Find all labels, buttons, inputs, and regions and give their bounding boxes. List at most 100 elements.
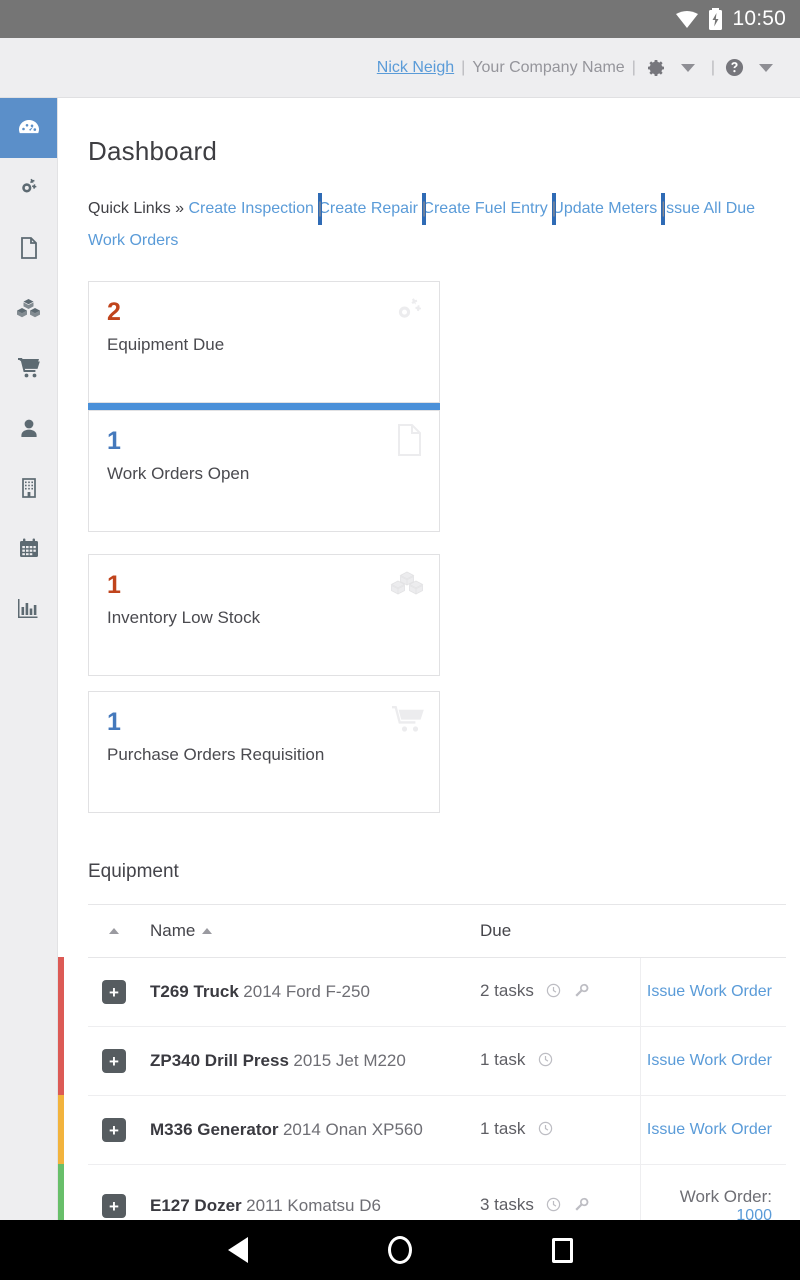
- quick-link-create-inspection[interactable]: Create Inspection: [189, 200, 314, 217]
- row-status-stripe: [58, 1164, 64, 1220]
- stat-label: Purchase Orders Requisition: [107, 745, 421, 765]
- column-header-due[interactable]: Due: [480, 905, 640, 958]
- recents-square-icon[interactable]: [552, 1238, 573, 1263]
- clock-icon: [546, 1199, 565, 1216]
- plus-square-icon[interactable]: +: [102, 1118, 126, 1142]
- stat-label: Work Orders Open: [107, 464, 421, 484]
- stat-card-work-orders-open-wrap: 1 Work Orders Open: [88, 410, 440, 539]
- row-due-cell: 1 task: [480, 1027, 640, 1096]
- home-circle-icon[interactable]: [388, 1236, 412, 1264]
- equipment-model: 2014 Onan XP560: [283, 1120, 423, 1139]
- main-content: Dashboard Quick Links » Create Inspectio…: [58, 98, 800, 1220]
- issue-work-order-link[interactable]: Issue Work Order: [647, 1052, 772, 1069]
- sidebar-item-purchasing[interactable]: [0, 338, 57, 398]
- wrench-icon: [574, 985, 589, 1002]
- screen: 10:50 Nick Neigh | Your Company Name | |: [0, 0, 800, 1280]
- cogs-icon: [391, 294, 425, 333]
- column-header-expand[interactable]: [88, 905, 150, 958]
- stat-label: Equipment Due: [107, 335, 421, 355]
- stat-card-equipment-due[interactable]: 2 Equipment Due: [88, 281, 440, 403]
- ql-sep-2: |: [422, 193, 426, 225]
- equipment-model: 2014 Ford F-250: [243, 982, 370, 1001]
- ql-sep-3: |: [552, 193, 556, 225]
- gear-icon[interactable]: [646, 58, 666, 78]
- row-name-cell: T269 Truck 2014 Ford F-250: [150, 958, 480, 1027]
- table-row[interactable]: + T269 Truck 2014 Ford F-250 2 tasks: [88, 958, 786, 1027]
- work-order-number-link[interactable]: 1000: [736, 1207, 772, 1220]
- quick-links: Quick Links » Create Inspection | Create …: [88, 193, 786, 257]
- row-due-cell: 1 task: [480, 1096, 640, 1165]
- equipment-section-title: Equipment: [88, 861, 786, 883]
- equipment-table-body: + T269 Truck 2014 Ford F-250 2 tasks: [88, 958, 786, 1221]
- stat-card-purchase-orders-requisition-wrap: 1 Purchase Orders Requisition: [88, 691, 440, 813]
- equipment-due-progress-bar: [88, 403, 440, 410]
- settings-chevron-down-icon[interactable]: [681, 64, 695, 72]
- sidebar-item-schedule[interactable]: [0, 518, 57, 578]
- quick-link-update-meters[interactable]: Update Meters: [552, 200, 657, 217]
- table-header-row: Name Due: [88, 905, 786, 958]
- top-bar-separator-2: |: [632, 59, 636, 77]
- table-row[interactable]: + M336 Generator 2014 Onan XP560 1 task: [88, 1096, 786, 1165]
- sidebar: [0, 98, 58, 1220]
- top-bar-separator-3: |: [711, 59, 715, 77]
- android-nav-bar: [0, 1220, 800, 1280]
- issue-work-order-link[interactable]: Issue Work Order: [647, 983, 772, 1000]
- table-row[interactable]: + E127 Dozer 2011 Komatsu D6 3 tasks: [88, 1165, 786, 1221]
- row-name-cell: M336 Generator 2014 Onan XP560: [150, 1096, 480, 1165]
- equipment-name: ZP340 Drill Press: [150, 1051, 289, 1070]
- app-top-bar: Nick Neigh | Your Company Name | |: [0, 38, 800, 98]
- column-header-name[interactable]: Name: [150, 905, 480, 958]
- row-action-cell: Work Order: 1000: [640, 1165, 786, 1221]
- table-row[interactable]: + ZP340 Drill Press 2015 Jet M220 1 task: [88, 1027, 786, 1096]
- row-due-cell: 3 tasks: [480, 1165, 640, 1221]
- top-bar-separator-1: |: [461, 59, 465, 77]
- quick-link-create-fuel-entry[interactable]: Create Fuel Entry: [422, 200, 547, 217]
- column-header-action: [640, 905, 786, 958]
- cubes-icon: [389, 567, 425, 606]
- quick-link-create-repair[interactable]: Create Repair: [318, 200, 418, 217]
- row-expand-cell: +: [88, 1027, 150, 1096]
- document-icon: [395, 423, 425, 462]
- due-tasks: 3 tasks: [480, 1195, 534, 1214]
- clock-icon: [546, 985, 565, 1002]
- work-orders-progress-placeholder: [88, 532, 440, 539]
- stat-card-equipment-due-wrap: 2 Equipment Due: [88, 281, 440, 410]
- stat-value: 2: [107, 298, 421, 326]
- stat-card-inventory-low-stock[interactable]: 1 Inventory Low Stock: [88, 554, 440, 676]
- row-status-stripe: [58, 1026, 64, 1096]
- sidebar-item-facilities[interactable]: [0, 458, 57, 518]
- stat-value: 1: [107, 708, 421, 736]
- equipment-model: 2011 Komatsu D6: [246, 1196, 381, 1215]
- clock-icon: [538, 1123, 553, 1140]
- row-action-cell: Issue Work Order: [640, 1096, 786, 1165]
- android-status-bar: 10:50: [0, 0, 800, 38]
- quick-links-label: Quick Links »: [88, 200, 184, 217]
- row-action-cell: Issue Work Order: [640, 958, 786, 1027]
- plus-square-icon[interactable]: +: [102, 980, 126, 1004]
- sidebar-item-reports[interactable]: [0, 578, 57, 638]
- due-tasks: 1 task: [480, 1119, 525, 1138]
- sidebar-item-work-orders[interactable]: [0, 218, 57, 278]
- sidebar-item-dashboard[interactable]: [0, 98, 57, 158]
- stat-card-purchase-orders-requisition[interactable]: 1 Purchase Orders Requisition: [88, 691, 440, 813]
- sidebar-item-maintenance[interactable]: [0, 158, 57, 218]
- help-circle-icon[interactable]: [725, 58, 744, 77]
- sidebar-item-contacts[interactable]: [0, 398, 57, 458]
- stat-card-work-orders-open[interactable]: 1 Work Orders Open: [88, 410, 440, 532]
- stat-card-inventory-low-stock-wrap: 1 Inventory Low Stock: [88, 554, 440, 676]
- plus-square-icon[interactable]: +: [102, 1049, 126, 1073]
- issue-work-order-link[interactable]: Issue Work Order: [647, 1121, 772, 1138]
- plus-square-icon[interactable]: +: [102, 1194, 126, 1218]
- row-name-cell: ZP340 Drill Press 2015 Jet M220: [150, 1027, 480, 1096]
- row-status-stripe: [58, 957, 64, 1027]
- sidebar-item-inventory[interactable]: [0, 278, 57, 338]
- sort-asc-icon: [202, 928, 212, 934]
- due-tasks: 2 tasks: [480, 981, 534, 1000]
- help-chevron-down-icon[interactable]: [759, 64, 773, 72]
- row-name-cell: E127 Dozer 2011 Komatsu D6: [150, 1165, 480, 1221]
- user-name-link[interactable]: Nick Neigh: [377, 59, 454, 77]
- back-triangle-icon[interactable]: [228, 1237, 248, 1263]
- shopping-cart-icon: [391, 704, 425, 739]
- row-action-cell: Issue Work Order: [640, 1027, 786, 1096]
- row-due-cell: 2 tasks: [480, 958, 640, 1027]
